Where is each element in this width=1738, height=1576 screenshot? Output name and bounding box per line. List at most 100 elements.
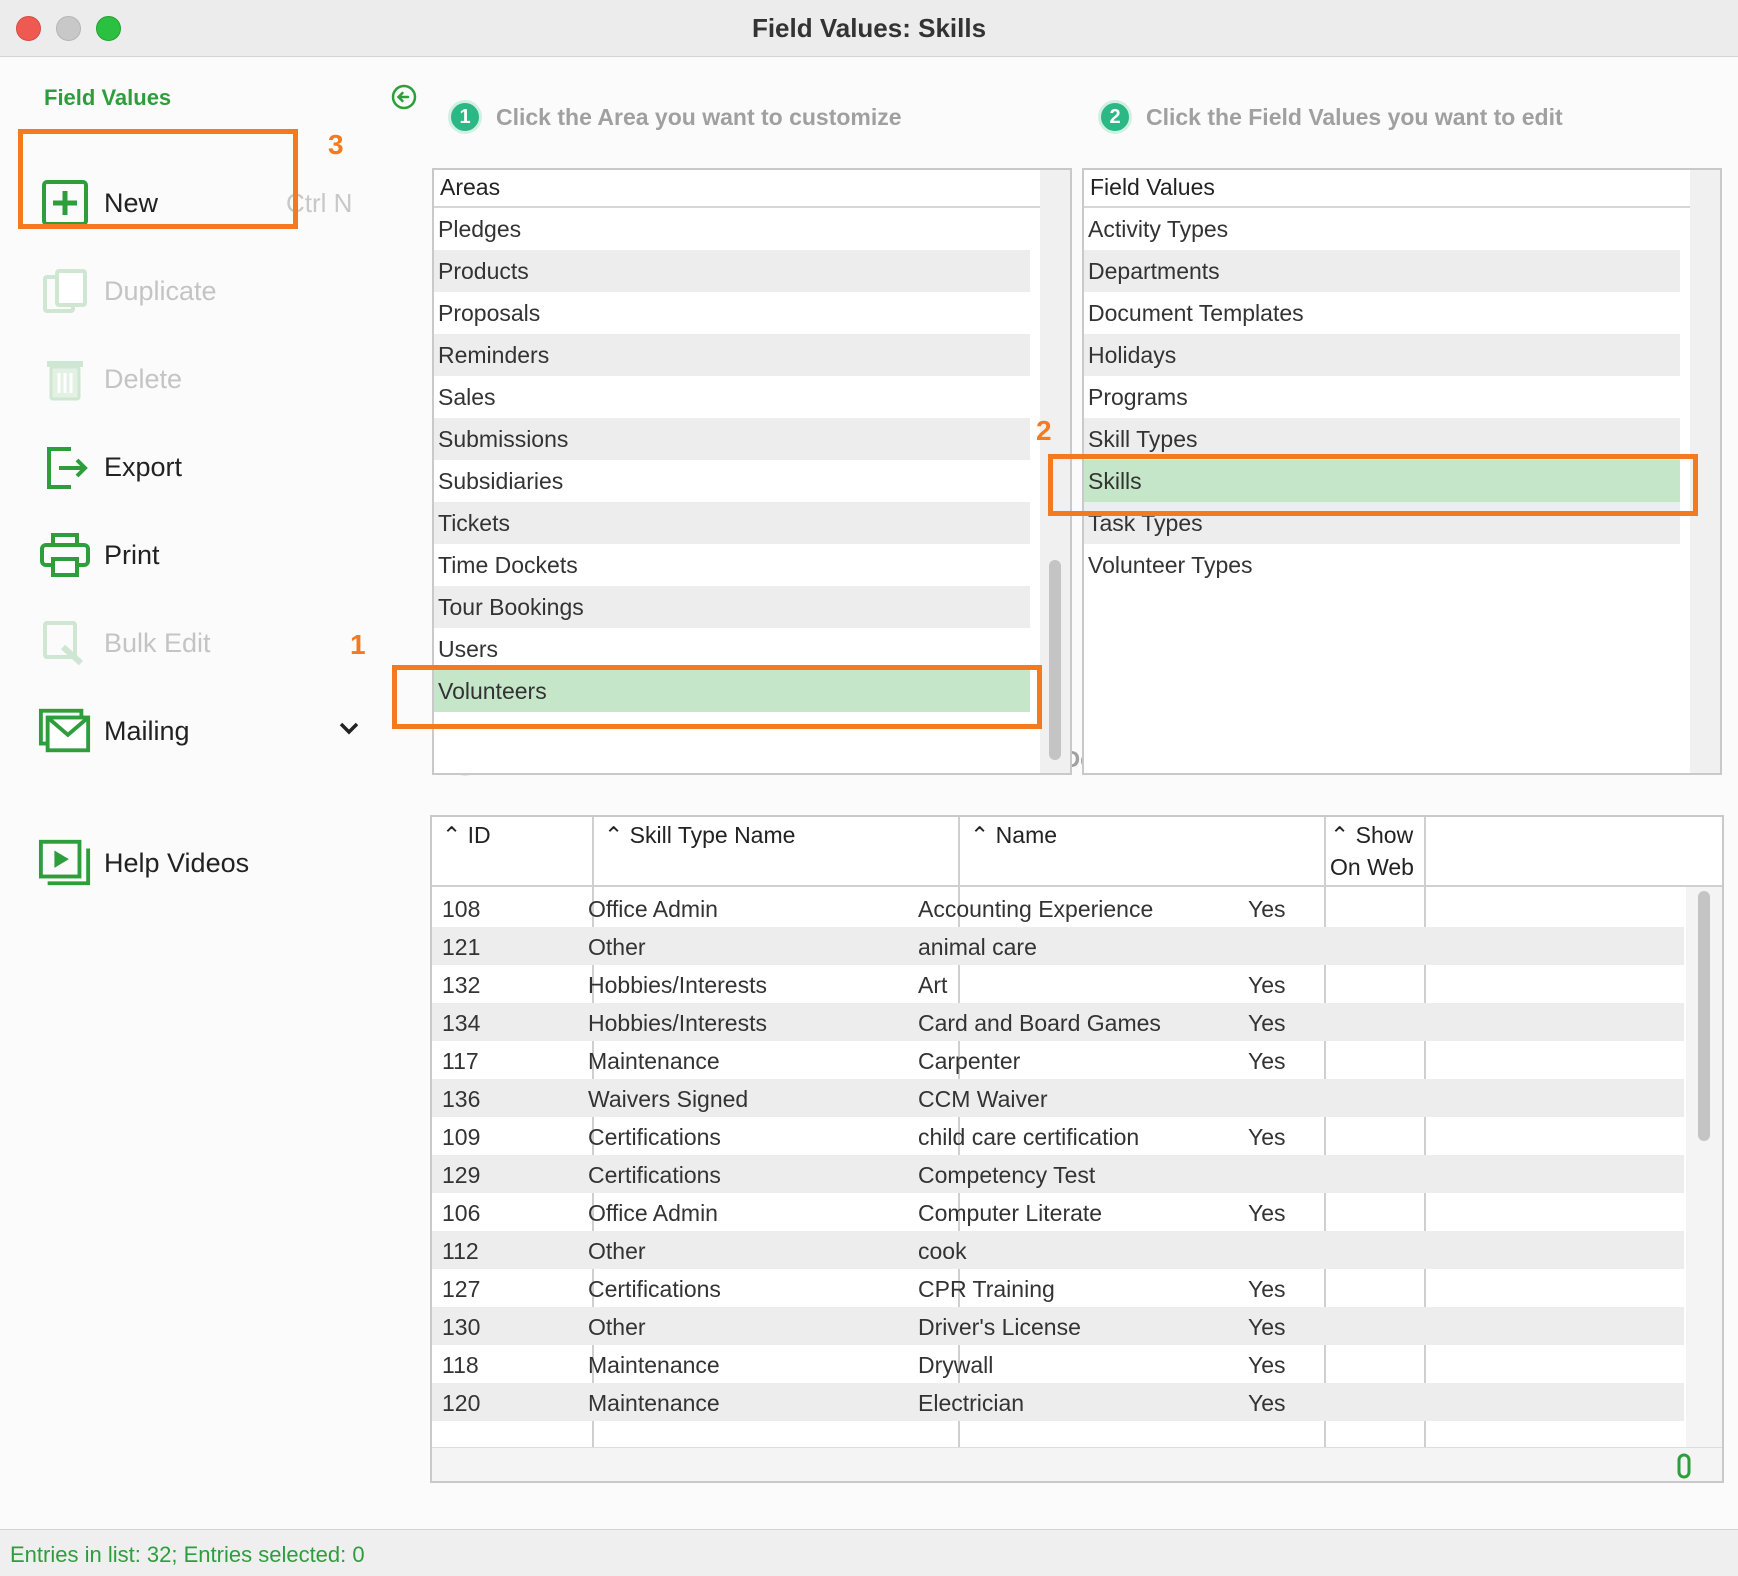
help-videos-button[interactable]: Help Videos [38, 833, 368, 893]
sort-asc-icon: ⌃ [604, 822, 624, 848]
table-row[interactable]: 134 Hobbies/Interests Card and Board Games… [432, 1003, 1684, 1041]
area-list-item[interactable]: Proposals [434, 292, 1030, 334]
table-row[interactable]: 130 Other Driver's License Yes [432, 1307, 1684, 1345]
area-list-item[interactable]: Tour Bookings [434, 586, 1030, 628]
highlight-volunteers [392, 665, 1042, 729]
sort-asc-icon: ⌃ [1330, 822, 1350, 848]
column-name-header[interactable]: ⌃ Name [960, 817, 1324, 887]
area-list-item[interactable]: Sales [434, 376, 1030, 418]
cell-name: animal care [918, 934, 1037, 960]
resize-handle-icon[interactable] [1676, 1453, 1692, 1479]
cell-show-web: Yes [1248, 1010, 1286, 1036]
cell-show-web: Yes [1248, 972, 1286, 998]
area-list-item[interactable]: Reminders [434, 334, 1030, 376]
area-list-item[interactable]: Products [434, 250, 1030, 292]
main-content: Field Values New Ctrl N Duplicate Delete [0, 57, 1738, 1529]
step-1-instruction: 1 Click the Area you want to customize [448, 100, 902, 134]
export-button[interactable]: Export [38, 437, 368, 497]
table-row[interactable]: 108 Office Admin Accounting Experience Yes [432, 889, 1684, 927]
cell-name: Art [918, 972, 948, 998]
field-value-list-item[interactable]: Document Templates [1084, 292, 1680, 334]
highlight-new [18, 129, 298, 229]
cell-name: Competency Test [918, 1162, 1096, 1188]
cell-id: 106 [442, 1200, 481, 1226]
title-bar: Field Values: Skills [0, 0, 1738, 57]
table-row[interactable]: 132 Hobbies/Interests Art Yes [432, 965, 1684, 1003]
annotation-marker-1: 1 [350, 629, 366, 660]
areas-scroll-thumb[interactable] [1049, 560, 1061, 760]
area-list-item[interactable]: Submissions [434, 418, 1030, 460]
collapse-sidebar-icon[interactable] [390, 83, 418, 111]
bulk-edit-icon [38, 616, 92, 670]
table-row[interactable]: 109 Certifications child care certificatio… [432, 1117, 1684, 1155]
table-row[interactable]: 129 Certifications Competency Test [432, 1155, 1684, 1193]
table-row[interactable]: 117 Maintenance Carpenter Yes [432, 1041, 1684, 1079]
table-row[interactable]: 136 Waivers Signed CCM Waiver [432, 1079, 1684, 1117]
area-list-item[interactable]: Tickets [434, 502, 1030, 544]
cell-id: 120 [442, 1390, 481, 1416]
area-list-item[interactable]: Time Dockets [434, 544, 1030, 586]
cell-id: 129 [442, 1162, 481, 1188]
column-id-header[interactable]: ⌃ ID [432, 817, 592, 887]
bulk-edit-label: Bulk Edit [104, 627, 211, 658]
cell-skill-type: Maintenance [588, 1390, 720, 1416]
sidebar-heading: Field Values [44, 85, 172, 110]
sort-asc-icon: ⌃ [970, 822, 990, 848]
delete-button[interactable]: Delete [38, 349, 368, 409]
table-scrollbar[interactable] [1686, 887, 1722, 1447]
annotation-marker-2: 2 [1036, 415, 1052, 446]
mailing-label: Mailing [104, 715, 190, 746]
duplicate-icon [38, 264, 92, 318]
printer-icon [38, 528, 92, 582]
cell-name: cook [918, 1238, 967, 1264]
cell-skill-type: Other [588, 1314, 646, 1340]
table-row[interactable]: 127 Certifications CPR Training Yes [432, 1269, 1684, 1307]
area-list-item[interactable]: Pledges [434, 208, 1030, 250]
field-value-list-item[interactable]: Volunteer Types [1084, 544, 1680, 586]
column-skill-type-header[interactable]: ⌃ Skill Type Name [594, 817, 958, 887]
cell-name: Computer Literate [918, 1200, 1103, 1226]
cell-id: 121 [442, 934, 481, 960]
cell-skill-type: Other [588, 934, 646, 960]
print-label: Print [104, 539, 160, 570]
cell-show-web: Yes [1248, 1314, 1286, 1340]
cell-id: 117 [442, 1048, 479, 1074]
cell-skill-type: Office Admin [588, 1200, 718, 1226]
duplicate-button[interactable]: Duplicate [38, 261, 368, 321]
field-values-list-header: Field Values [1084, 170, 1720, 208]
area-list-item[interactable]: Users [434, 628, 1030, 670]
mailing-button[interactable]: Mailing [38, 701, 368, 761]
cell-id: 109 [442, 1124, 481, 1150]
areas-list-header: Areas [434, 170, 1070, 208]
areas-rows: Pledges Products Proposals Reminders Sales Su… [434, 208, 1070, 712]
cell-show-web: Yes [1248, 1276, 1286, 1302]
cell-name: CCM Waiver [918, 1086, 1048, 1112]
table-scroll-thumb[interactable] [1698, 891, 1710, 1141]
print-button[interactable]: Print [38, 525, 368, 585]
video-icon [38, 836, 92, 890]
status-text: Entries in list: 32; Entries selected: 0 [10, 1542, 365, 1567]
field-value-list-item[interactable]: Departments [1084, 250, 1680, 292]
step-2-text: Click the Field Values you want to edit [1146, 103, 1563, 130]
help-videos-label: Help Videos [104, 847, 250, 878]
cell-id: 127 [442, 1276, 481, 1302]
column-show-web-header[interactable]: ⌃ Show On Web [1326, 817, 1424, 887]
table-horizontal-scrollbar[interactable] [432, 1447, 1722, 1481]
area-list-item[interactable]: Subsidiaries [434, 460, 1030, 502]
table-row[interactable]: 106 Office Admin Computer Literate Yes [432, 1193, 1684, 1231]
column-id-label: ID [467, 822, 491, 848]
field-value-list-item[interactable]: Activity Types [1084, 208, 1680, 250]
step-1-badge: 1 [448, 100, 482, 134]
table-row[interactable]: 120 Maintenance Electrician Yes [432, 1383, 1684, 1421]
chevron-down-icon[interactable] [338, 717, 360, 739]
bulk-edit-button[interactable]: Bulk Edit [38, 613, 368, 673]
table-row[interactable]: 118 Maintenance Drywall Yes [432, 1345, 1684, 1383]
table-row[interactable]: 112 Other cook [432, 1231, 1684, 1269]
cell-show-web: Yes [1248, 896, 1286, 922]
field-values-rows: Activity Types Departments Document Templa… [1084, 208, 1720, 586]
cell-name: CPR Training [918, 1276, 1055, 1302]
table-row[interactable]: 121 Other animal care [432, 927, 1684, 965]
cell-skill-type: Other [588, 1238, 646, 1264]
field-value-list-item[interactable]: Programs [1084, 376, 1680, 418]
field-value-list-item[interactable]: Holidays [1084, 334, 1680, 376]
